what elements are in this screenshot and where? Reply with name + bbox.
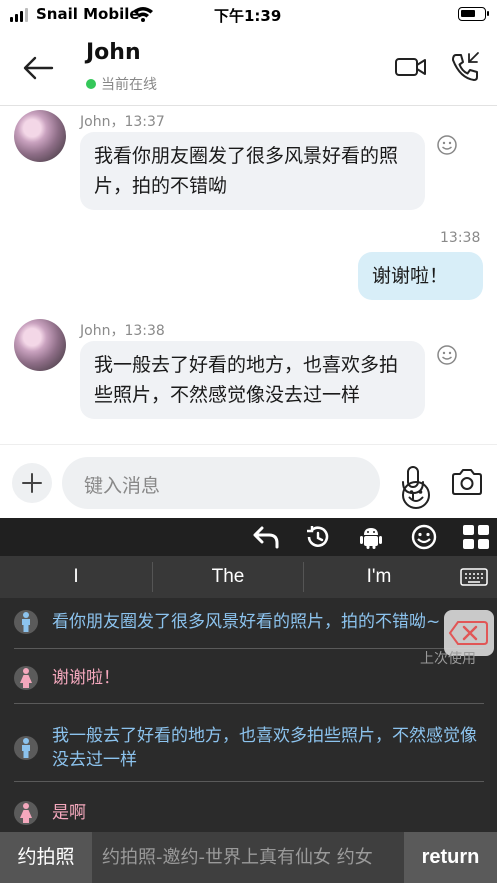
keyboard: I The I'm 看你朋友圈发了很多风景好看的照片，拍的不错呦~ 谢谢啦！ 我…	[0, 518, 497, 883]
phrase-suggestions[interactable]: 约拍照-邀约-世界上真有仙女 约女	[102, 832, 400, 883]
phrase-text: 我一般去了好看的地方，也喜欢多拍些照片，不然感觉像没去过一样	[52, 726, 477, 770]
return-key[interactable]: return	[404, 832, 497, 883]
emoji-reaction-icon[interactable]	[436, 344, 458, 366]
status-bar: Snail Mobile 下午1:39	[0, 0, 497, 30]
phrase-text: 谢谢啦！	[52, 668, 120, 688]
keyboard-toggle-icon[interactable]	[460, 568, 488, 586]
chat-screen: Snail Mobile 下午1:39 John 当前在线 John，13:37…	[0, 0, 497, 883]
message-input[interactable]: 键入消息	[62, 457, 430, 509]
message-meta: John，13:37	[80, 114, 165, 130]
video-call-icon[interactable]	[394, 52, 428, 82]
android-icon[interactable]	[357, 524, 385, 550]
cellular-signal-icon	[10, 8, 28, 22]
status-time: 下午1:39	[214, 7, 282, 25]
wifi-icon	[133, 7, 153, 22]
candidate-word[interactable]: I	[0, 556, 152, 598]
composer-bar: 键入消息	[0, 444, 497, 518]
message-input-placeholder: 键入消息	[84, 475, 161, 497]
message-bubble-outgoing[interactable]: 谢谢啦！	[358, 252, 483, 300]
candidate-bar: I The I'm	[0, 556, 497, 598]
female-person-icon	[14, 666, 38, 690]
grid-menu-icon[interactable]	[462, 524, 490, 550]
phrase-item[interactable]: 我一般去了好看的地方，也喜欢多拍些照片，不然感觉像没去过一样	[14, 724, 484, 772]
last-used-button[interactable]: 上次使用	[420, 610, 497, 667]
undo-icon[interactable]	[252, 524, 280, 550]
phrase-text: 是啊	[52, 803, 86, 823]
message-bubble-incoming[interactable]: 我一般去了好看的地方，也喜欢多拍些照片，不然感觉像没去过一样	[80, 341, 425, 419]
avatar[interactable]	[14, 319, 66, 371]
presence-status: 当前在线	[86, 74, 157, 94]
online-dot-icon	[86, 79, 96, 89]
microphone-icon[interactable]	[398, 465, 428, 501]
back-arrow-icon[interactable]	[18, 48, 58, 88]
camera-icon[interactable]	[450, 467, 484, 497]
message-meta: John，13:38	[80, 323, 165, 339]
message-list[interactable]: John，13:37 我看你朋友圈发了很多风景好看的照片，拍的不错呦 13:38…	[0, 106, 497, 444]
male-person-icon	[14, 736, 38, 760]
message-meta: 13:38	[440, 230, 481, 246]
keyboard-toolbar	[0, 518, 497, 556]
message-bubble-incoming[interactable]: 我看你朋友圈发了很多风景好看的照片，拍的不错呦	[80, 132, 425, 210]
add-attachment-button[interactable]	[12, 463, 52, 503]
carrier-name: Snail Mobile	[36, 5, 140, 23]
male-person-icon	[14, 610, 38, 634]
last-used-label: 上次使用	[420, 651, 476, 667]
female-person-icon	[14, 801, 38, 825]
history-icon[interactable]	[304, 524, 332, 550]
keyboard-bottom-bar: 约拍照 约拍照-邀约-世界上真有仙女 约女 return	[0, 832, 497, 883]
phrase-category-button[interactable]: 约拍照	[0, 832, 92, 883]
emoji-reaction-icon[interactable]	[436, 134, 458, 156]
phrase-divider	[14, 703, 484, 704]
phrase-divider	[14, 648, 484, 649]
phone-call-icon[interactable]	[448, 50, 482, 84]
contact-name[interactable]: John	[86, 40, 141, 65]
presence-label: 当前在线	[101, 77, 157, 93]
candidate-word[interactable]: I'm	[304, 556, 454, 598]
candidate-word[interactable]: The	[153, 556, 303, 598]
battery-icon	[458, 7, 489, 21]
avatar[interactable]	[14, 110, 66, 162]
emoji-keyboard-icon[interactable]	[410, 524, 438, 550]
chat-header: John 当前在线	[0, 30, 497, 106]
phrase-divider	[14, 781, 484, 782]
